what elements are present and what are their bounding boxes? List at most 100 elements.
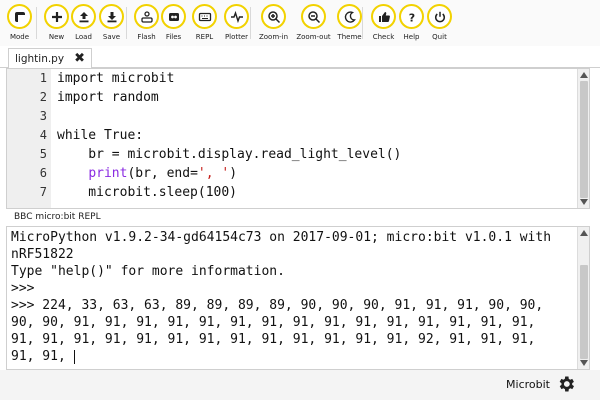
tab-label: lightin.py [15,52,65,65]
repl-text: MicroPython v1.9.2-34-gd64154c73 on 2017… [11,230,552,245]
repl-text: 91, 91, [11,349,74,364]
scroll-thumb[interactable] [580,265,588,359]
scroll-down-icon[interactable] [580,360,588,366]
zoom-in-icon [263,6,284,27]
theme-button[interactable]: Theme [334,4,365,41]
question-icon: ? [401,6,422,27]
code-token: ) [229,166,238,181]
toolbar-separator [362,7,363,39]
code-text: print(br, end=', ') [57,164,237,183]
code-line[interactable]: 7 microbit.sleep(100) [7,183,573,202]
repl-line: 90, 90, 91, 91, 91, 91, 91, 91, 91, 91, … [11,314,535,331]
code-token: (br, end= [127,166,198,181]
repl-text: 91, 91, 91, 91, 91, 91, 91, 91, 91, 91, … [11,332,536,347]
toolbar-label: REPL [195,33,214,41]
repl-scrollbar[interactable] [577,227,589,369]
zoom-out-button[interactable]: Zoom-out [296,4,331,41]
toolbar-separator [36,7,37,39]
code-text: microbit.sleep(100) [57,185,238,200]
repl-line: >>> [11,280,34,297]
zoom-in-button[interactable]: Zoom-in [258,4,289,41]
repl-line: 91, 91, 91, 91, 91, 91, 91, 91, 91, 91, … [11,331,535,348]
repl-console[interactable]: MicroPython v1.9.2-34-gd64154c73 on 2017… [6,226,590,370]
mode-button[interactable]: Mode [4,4,35,41]
toolbar-separator [126,7,127,39]
repl-line: >>> 224, 33, 63, 63, 89, 89, 89, 89, 90,… [11,297,543,314]
plotter-button[interactable]: Plotter [221,4,252,41]
line-number: 1 [39,71,47,85]
save-button[interactable]: Save [96,4,127,41]
moon-icon [339,6,360,27]
load-button[interactable]: Load [68,4,99,41]
scroll-up-icon[interactable] [580,72,588,78]
code-line[interactable]: 4 while True: [7,126,573,145]
help-button[interactable]: ? Help [396,4,427,41]
repl-text: 90, 90, 91, 91, 91, 91, 91, 91, 91, 91, … [11,315,536,330]
code-line[interactable]: 1 import microbit [7,69,573,88]
toolbar-separator [250,7,251,39]
code-line[interactable]: 3 [7,107,573,126]
plotter-icon [226,6,247,27]
toolbar-label: Zoom-in [258,33,289,41]
thumbs-up-icon [373,6,394,27]
toolbar-label: Zoom-out [296,33,331,41]
toolbar-label: New [48,33,65,41]
scroll-thumb[interactable] [580,81,588,198]
repl-text: >>> 224, 33, 63, 63, 89, 89, 89, 89, 90,… [11,298,544,313]
tab-bar: lightin.py ✖ [0,48,600,68]
check-button[interactable]: Check [368,4,399,41]
toolbar: Mode New Load Save Flash Files REPL Plotter Zoom… [0,0,600,46]
scroll-up-icon[interactable] [580,230,588,236]
code-line[interactable]: 2 import random [7,88,573,107]
scroll-down-icon[interactable] [580,199,588,205]
toolbar-label: Plotter [224,33,249,41]
toolbar-label: Theme [337,33,362,41]
code-text: while True: [57,128,144,143]
download-icon [101,6,122,27]
mode-icon [9,6,30,27]
code-editor[interactable]: 1 import microbit 2 import random 3 4 while Tr… [6,68,590,209]
upload-icon [73,6,94,27]
code-token: print [88,166,128,181]
toolbar-label: Check [372,33,395,41]
toolbar-label: Flash [137,33,156,41]
toolbar-label: Load [75,33,92,41]
zoom-out-icon [303,6,324,27]
mode-label[interactable]: Microbit [506,378,550,391]
repl-text: >>> [11,281,35,296]
code-token: ', ' [197,166,230,181]
code-line[interactable]: 6 print(br, end=', ') [7,164,573,183]
line-number: 5 [39,147,47,161]
svg-text:?: ? [408,11,414,24]
repl-line: MicroPython v1.9.2-34-gd64154c73 on 2017… [11,229,551,246]
quit-button[interactable]: Quit [424,4,455,41]
repl-line: nRF51822 [11,246,74,263]
toolbar-label: Quit [432,33,447,41]
keyboard-icon [194,6,215,27]
status-bar: Microbit [0,370,600,400]
toolbar-label: Mode [9,33,30,41]
plus-icon [46,6,67,27]
line-number: 4 [39,128,47,142]
repl-text: Type "help()" for more information. [11,264,285,279]
files-button[interactable]: Files [158,4,189,41]
repl-line: 91, 91, [11,348,75,365]
gear-icon[interactable] [556,374,576,394]
power-icon [429,6,450,27]
line-number: 6 [39,166,47,180]
text-cursor [73,349,75,364]
code-text: import microbit [57,71,175,86]
line-number: 7 [39,185,47,199]
repl-button[interactable]: REPL [189,4,220,41]
toolbar-label: Files [165,33,182,41]
repl-title: BBC micro:bit REPL [14,212,101,222]
close-icon[interactable]: ✖ [74,52,85,65]
toolbar-label: Help [403,33,420,41]
tab-lightin[interactable]: lightin.py ✖ [8,48,92,68]
line-number: 2 [39,90,47,104]
flash-icon [136,6,157,27]
editor-scrollbar[interactable] [577,69,589,208]
code-text: import random [57,90,159,105]
repl-text: nRF51822 [11,247,74,262]
code-line[interactable]: 5 br = microbit.display.read_light_level… [7,145,573,164]
